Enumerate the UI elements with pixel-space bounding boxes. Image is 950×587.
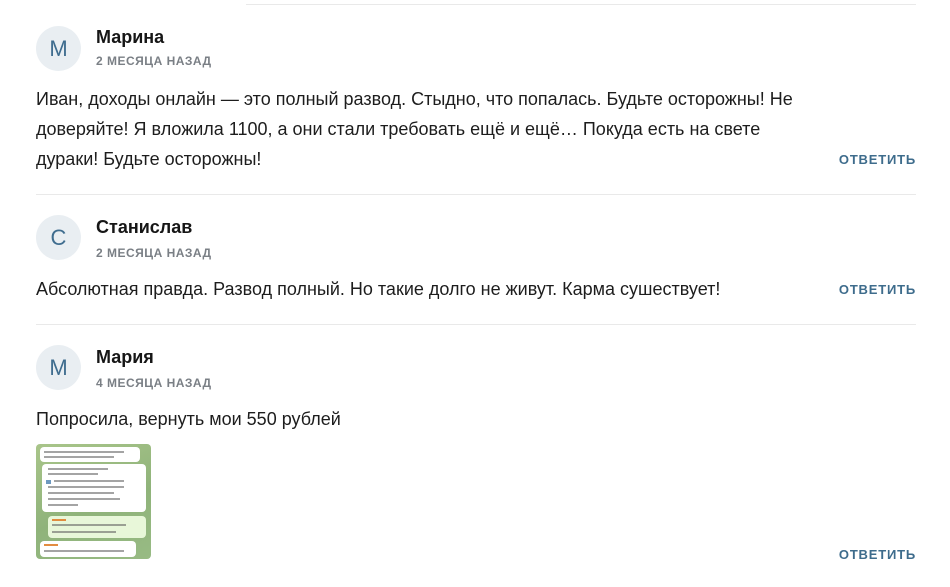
comment-divider (36, 194, 916, 195)
comment-text: Иван, доходы онлайн — это полный развод.… (36, 84, 826, 174)
comment-text-line: Попросила, вернуть мои 550 рублей (36, 409, 341, 429)
comment-date: 2 МЕСЯЦА НАЗАД (96, 246, 212, 260)
avatar[interactable]: М (36, 26, 81, 71)
comment-author[interactable]: Мария (96, 347, 154, 368)
chat-bubble (40, 541, 136, 557)
top-divider (246, 4, 916, 5)
chat-bubble (42, 464, 146, 512)
comment-text-line: Абсолютная правда. Развод полный. Но так… (36, 279, 721, 299)
comment-text-line: Иван, доходы онлайн — это полный развод.… (36, 89, 793, 109)
comment-date: 2 МЕСЯЦА НАЗАД (96, 54, 212, 68)
comment-text-line: дураки! Будьте осторожны! (36, 149, 262, 169)
chat-bubble (48, 516, 146, 538)
comment-text: Попросила, вернуть мои 550 рублей (36, 404, 826, 434)
comment-date: 4 МЕСЯЦА НАЗАД (96, 376, 212, 390)
comment: М Марина 2 МЕСЯЦА НАЗАД Иван, доходы онл… (36, 26, 916, 176)
comment-author[interactable]: Станислав (96, 217, 192, 238)
comment-text-line: доверяйте! Я вложила 1100, а они стали т… (36, 119, 761, 139)
comment-divider (36, 324, 916, 325)
comment: М Мария 4 МЕСЯЦА НАЗАД Попросила, вернут… (36, 345, 916, 585)
comment: С Станислав 2 МЕСЯЦА НАЗАД Абсолютная пр… (36, 215, 916, 305)
chat-bubble (40, 447, 140, 462)
chat-screenshot-thumbnail-icon[interactable] (36, 444, 151, 559)
avatar[interactable]: М (36, 345, 81, 390)
reply-button[interactable]: ОТВЕТИТЬ (839, 547, 916, 562)
comment-author[interactable]: Марина (96, 27, 164, 48)
reply-button[interactable]: ОТВЕТИТЬ (839, 282, 916, 297)
comment-text: Абсолютная правда. Развод полный. Но так… (36, 274, 826, 304)
reply-button[interactable]: ОТВЕТИТЬ (839, 152, 916, 167)
avatar[interactable]: С (36, 215, 81, 260)
